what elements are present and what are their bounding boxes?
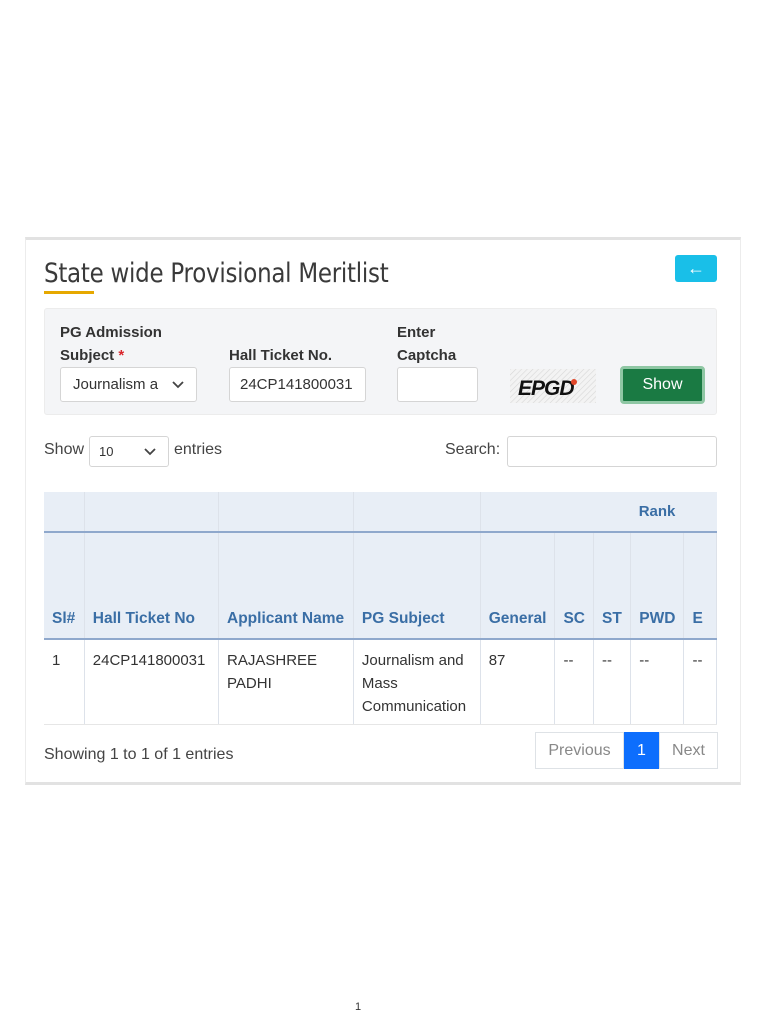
captcha-image: EPGD xyxy=(510,369,596,403)
svg-text:EPGD: EPGD xyxy=(518,377,574,400)
chevron-down-icon xyxy=(144,437,156,476)
cell-sl: 1 xyxy=(44,639,85,725)
table-info: Showing 1 to 1 of 1 entries xyxy=(44,746,234,763)
arrow-left-icon: ← xyxy=(687,258,705,278)
back-button[interactable]: ← xyxy=(675,255,717,282)
next-button[interactable]: Next xyxy=(659,732,718,769)
page-1-button[interactable]: 1 xyxy=(624,732,659,769)
title-underline xyxy=(44,291,94,294)
column-header[interactable]: PWD xyxy=(630,532,685,640)
column-header[interactable]: Sl# xyxy=(44,532,85,640)
filter-panel: PG Admission Subject * Journalism and Ma… xyxy=(44,308,717,415)
table-row: 1 24CP141800031 RAJASHREE PADHI Journali… xyxy=(44,639,717,725)
page-number: 1 xyxy=(354,1001,362,1013)
page-title: State wide Provisional Meritlist xyxy=(44,258,389,289)
cell-pg-subject: Journalism and Mass Communication xyxy=(353,639,481,725)
show-button[interactable]: Show xyxy=(620,366,705,404)
hall-ticket-label: Hall Ticket No. xyxy=(229,347,333,364)
required-marker: * xyxy=(118,347,125,364)
meritlist-table: Rank Sl# Hall Ticket No Applicant Name P… xyxy=(44,492,717,726)
column-header[interactable]: General xyxy=(480,532,556,640)
chevron-down-icon xyxy=(172,368,184,401)
captcha-input[interactable] xyxy=(397,367,478,402)
header-blank xyxy=(218,492,354,533)
cell-applicant-name: RAJASHREE PADHI xyxy=(218,639,354,725)
entries-label: entries xyxy=(174,441,223,458)
cell-hall-ticket: 24CP141800031 xyxy=(84,639,220,725)
column-header[interactable]: Hall Ticket No xyxy=(84,532,220,640)
cell-pwd: -- xyxy=(630,639,685,725)
column-header[interactable]: PG Subject xyxy=(353,532,481,640)
search-label: Search: xyxy=(445,441,501,458)
header-blank xyxy=(84,492,220,533)
column-header[interactable]: SC xyxy=(554,532,594,640)
cell-e: -- xyxy=(683,639,717,725)
hall-ticket-input[interactable]: 24CP141800031 xyxy=(229,367,366,402)
page-length-value: 10 xyxy=(99,444,114,459)
cell-general: 87 xyxy=(480,639,556,725)
previous-button[interactable]: Previous xyxy=(535,732,624,769)
column-header[interactable]: Applicant Name xyxy=(218,532,354,640)
meritlist-card: State wide Provisional Meritlist ← PG Ad… xyxy=(25,237,741,785)
header-blank xyxy=(44,492,85,533)
page-length-select[interactable]: 10 xyxy=(89,436,169,467)
cell-st: -- xyxy=(593,639,632,725)
search-input[interactable] xyxy=(507,436,717,467)
header-blank xyxy=(353,492,481,533)
show-label: Show xyxy=(44,441,85,458)
subject-select-value: Journalism and Mass Communication xyxy=(73,376,159,393)
pagination: Previous 1 Next xyxy=(535,732,718,769)
captcha-label: Enter Captcha xyxy=(397,324,457,364)
subject-label: PG Admission Subject * xyxy=(60,324,162,364)
column-header[interactable]: E xyxy=(683,532,717,640)
rank-group-header: Rank xyxy=(480,492,717,533)
subject-select[interactable]: Journalism and Mass Communication xyxy=(60,367,197,402)
cell-sc: -- xyxy=(554,639,594,725)
column-header[interactable]: ST xyxy=(593,532,632,640)
